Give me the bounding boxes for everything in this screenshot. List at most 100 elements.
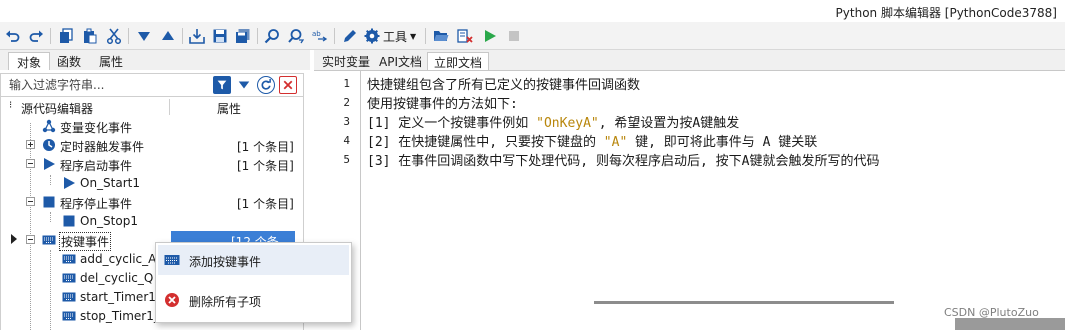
tree-item-timer-trigger-event[interactable]: 定时器触发事件 [1 个条目] xyxy=(1,136,303,155)
tree-header-menu-icon[interactable]: ⁝ xyxy=(9,100,12,111)
line-number: 2 xyxy=(343,96,350,109)
stop-icon[interactable] xyxy=(504,26,524,46)
code-text: 键, 即可将此事件与 A 键关联 xyxy=(627,135,818,150)
find-icon[interactable] xyxy=(262,26,282,46)
chevron-down-icon: ▼ xyxy=(410,31,417,41)
tree-header: ⁝ 源代码编辑器 属性 xyxy=(1,97,303,117)
column-divider[interactable] xyxy=(169,99,170,115)
play-icon xyxy=(44,158,55,170)
variable-event-icon xyxy=(42,119,56,133)
keyboard-icon xyxy=(62,292,76,302)
code-text: 使用按键事件的方法如下: xyxy=(367,97,518,112)
toolbar: ab 工具 ▼ xyxy=(0,22,1065,50)
tree-item-on-start1[interactable]: On_Start1 xyxy=(1,174,303,193)
undo-icon[interactable] xyxy=(3,26,23,46)
tree-item-program-stop-event[interactable]: 程序停止事件 [1 个条目] xyxy=(1,193,303,212)
collapse-icon[interactable] xyxy=(26,235,35,244)
save-icon[interactable] xyxy=(210,26,230,46)
menu-item-delete-all-children[interactable]: 删除所有子项 xyxy=(158,285,349,315)
tree-item-label: del_cyclic_Q xyxy=(80,271,154,285)
filter-icon xyxy=(217,80,227,90)
refresh-button[interactable] xyxy=(257,76,275,94)
keyboard-icon xyxy=(62,273,76,283)
tree-header-source[interactable]: 源代码编辑器 xyxy=(21,100,93,117)
filter-bar xyxy=(0,73,304,97)
stop-icon xyxy=(43,196,55,208)
toolbar-separator xyxy=(334,28,335,44)
tree-item-count: [1 个条目] xyxy=(237,140,294,154)
replace-icon[interactable]: ab xyxy=(310,26,330,46)
tab-functions[interactable]: 函数 xyxy=(49,52,89,70)
filter-dropdown-button[interactable] xyxy=(235,76,253,94)
menu-item-add-key-event[interactable]: 添加按键事件 xyxy=(158,245,349,275)
code-string: "OnKeyA" xyxy=(536,116,599,131)
tree-item-on-stop1[interactable]: On_Stop1 xyxy=(1,212,303,231)
expand-icon[interactable] xyxy=(26,140,35,149)
save-all-icon[interactable] xyxy=(233,26,253,46)
tree-item-label: On_Stop1 xyxy=(80,214,138,228)
tree-item-label: 程序停止事件 xyxy=(60,197,133,211)
move-up-icon[interactable] xyxy=(158,26,178,46)
filter-input[interactable] xyxy=(1,74,207,96)
horizontal-scrollbar[interactable] xyxy=(594,301,894,304)
collapse-icon[interactable] xyxy=(26,159,35,168)
code-text: , 希望设置为按A键触发 xyxy=(598,116,740,131)
status-strip xyxy=(955,318,1065,330)
code-line: [1] 定义一个按键事件例如 "OnKeyA", 希望设置为按A键触发 xyxy=(367,112,739,131)
toolbar-separator xyxy=(128,28,129,44)
tab-live-variables[interactable]: 实时变量 xyxy=(316,52,376,70)
stop-icon xyxy=(63,215,75,227)
tools-menu-button[interactable]: 工具 ▼ xyxy=(364,26,416,46)
tab-properties[interactable]: 属性 xyxy=(91,52,131,70)
current-row-indicator-icon xyxy=(11,234,17,244)
tree-item-variable-change-event[interactable]: 变量变化事件 xyxy=(1,117,303,136)
toolbar-separator xyxy=(425,28,426,44)
tab-objects[interactable]: 对象 xyxy=(8,52,51,70)
copy-icon[interactable] xyxy=(56,26,76,46)
open-folder-icon[interactable] xyxy=(431,26,451,46)
edit-icon[interactable] xyxy=(340,26,360,46)
clear-icon[interactable] xyxy=(455,26,475,46)
refresh-icon xyxy=(261,79,271,90)
code-line: 使用按键事件的方法如下: xyxy=(367,93,518,112)
import-icon[interactable] xyxy=(187,26,207,46)
code-text: [2] 在快捷键属性中, 只要按下键盘的 xyxy=(367,135,604,150)
code-string: "A" xyxy=(603,135,628,150)
tree-item-label: 程序启动事件 xyxy=(60,159,133,173)
paste-icon[interactable] xyxy=(80,26,100,46)
tree-item-label: stop_Timer1_ xyxy=(80,309,160,323)
tree-header-properties[interactable]: 属性 xyxy=(217,100,241,117)
svg-text:ab: ab xyxy=(312,30,321,38)
tab-api-docs[interactable]: API文档 xyxy=(373,52,428,70)
clear-filter-button[interactable] xyxy=(279,76,297,94)
line-number: 4 xyxy=(343,134,350,147)
filter-apply-button[interactable] xyxy=(213,76,231,94)
code-line: [2] 在快捷键属性中, 只要按下键盘的 "A" 键, 即可将此事件与 A 键关… xyxy=(367,131,817,150)
play-icon xyxy=(64,177,75,189)
redo-icon[interactable] xyxy=(26,26,46,46)
keyboard-icon xyxy=(164,255,180,265)
tree-item-program-start-event[interactable]: 程序启动事件 [1 个条目] xyxy=(1,155,303,174)
line-number: 3 xyxy=(343,115,350,128)
close-icon xyxy=(283,80,293,90)
find-replace-icon[interactable] xyxy=(286,26,306,46)
move-down-icon[interactable] xyxy=(134,26,154,46)
collapse-icon[interactable] xyxy=(26,197,35,206)
line-number: 5 xyxy=(343,153,350,166)
tree-item-label: 定时器触发事件 xyxy=(60,140,145,154)
left-panel-tabs: 对象 函数 属性 xyxy=(0,50,310,70)
tab-instant-docs[interactable]: 立即文档 xyxy=(427,52,490,70)
doc-editor[interactable]: 1 2 3 4 5 快捷键组包含了所有已定义的按键事件回调函数 使用按键事件的方… xyxy=(314,70,1065,330)
tree-item-label: 变量变化事件 xyxy=(60,121,133,135)
tree-item-label: add_cyclic_A xyxy=(80,252,157,266)
tree-item-label: 按键事件 xyxy=(58,232,112,251)
keyboard-icon xyxy=(62,254,76,264)
code-line: 快捷键组包含了所有已定义的按键事件回调函数 xyxy=(367,74,640,93)
tools-menu-label: 工具 xyxy=(383,29,408,44)
keyboard-icon xyxy=(62,311,76,321)
run-icon[interactable] xyxy=(480,26,500,46)
menu-item-label: 添加按键事件 xyxy=(189,255,262,269)
code-text: [1] 定义一个按键事件例如 xyxy=(367,116,537,131)
cut-icon[interactable] xyxy=(104,26,124,46)
toolbar-separator xyxy=(257,28,258,44)
